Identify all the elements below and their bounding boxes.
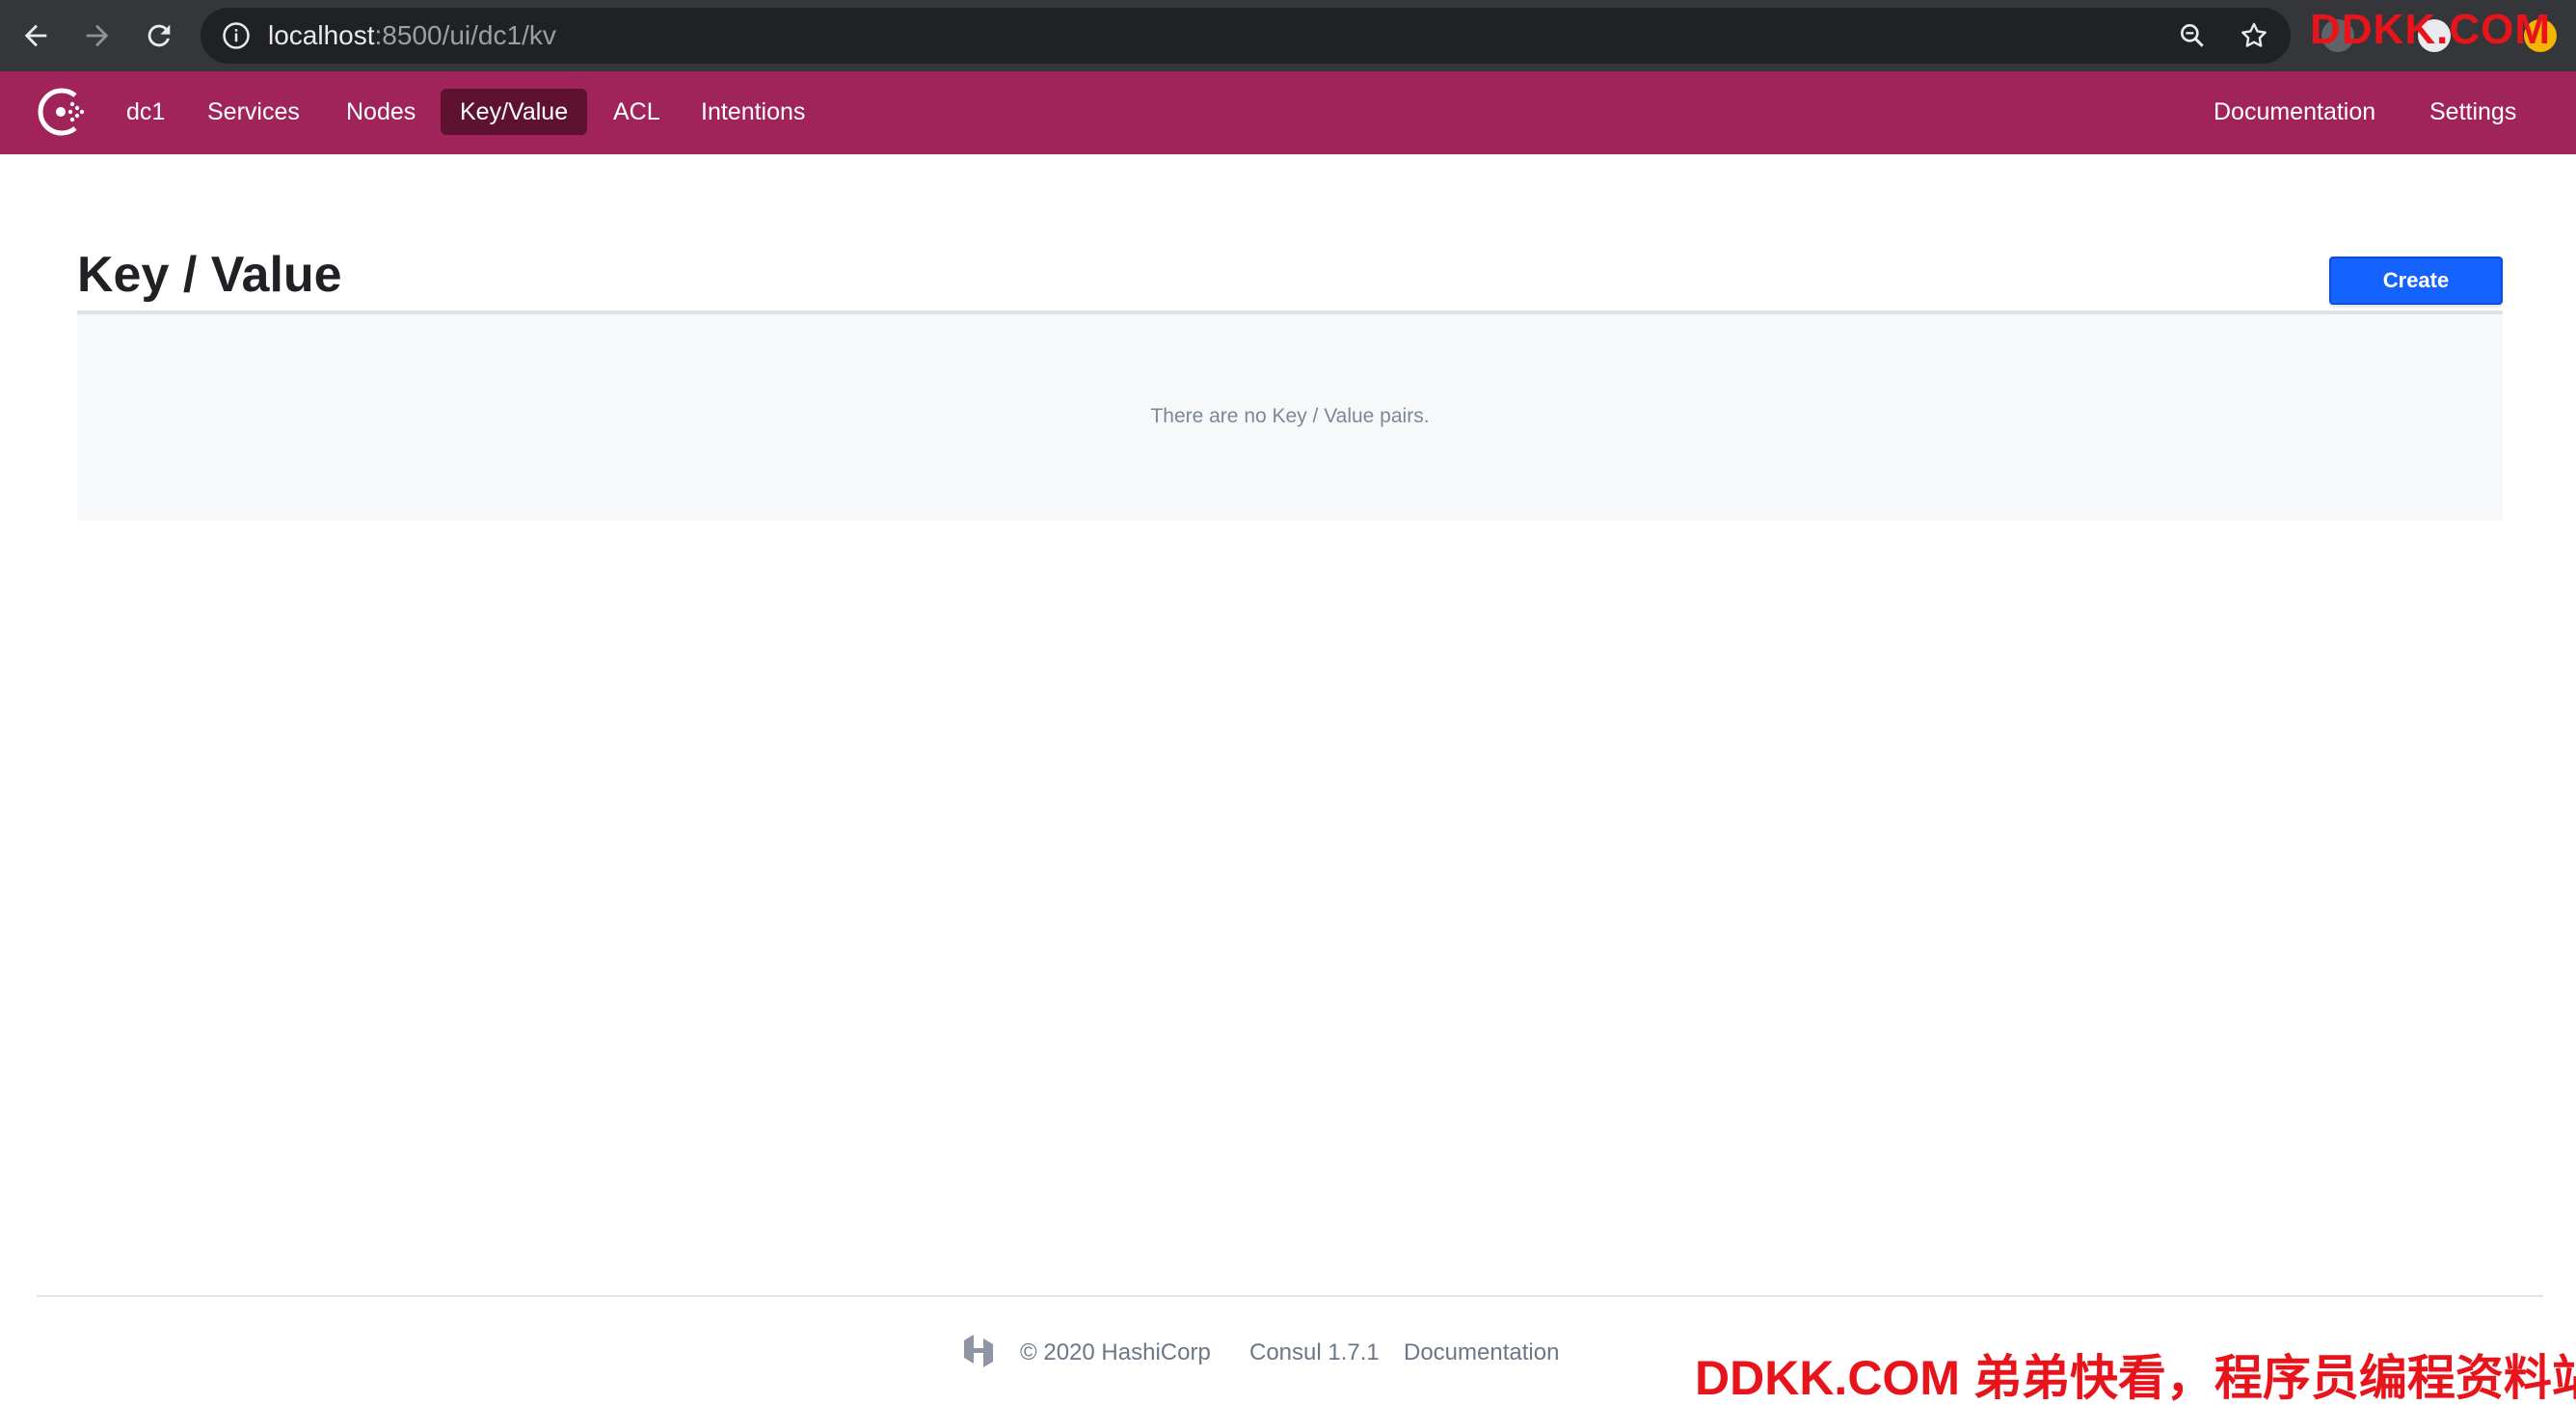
zoom-icon[interactable] xyxy=(2177,20,2208,51)
footer-documentation-link[interactable]: Documentation xyxy=(1404,1337,1559,1369)
forward-button[interactable] xyxy=(75,14,120,58)
forward-arrow-icon xyxy=(86,24,109,47)
bookmark-star-icon[interactable] xyxy=(2239,20,2269,51)
footer-version: Consul 1.7.1 xyxy=(1249,1339,1380,1365)
nav-services[interactable]: Services xyxy=(188,89,319,135)
address-bar[interactable]: localhost:8500/ui/dc1/kv xyxy=(201,8,2291,64)
back-button[interactable] xyxy=(13,14,58,58)
reload-button[interactable] xyxy=(137,14,181,58)
url-host: localhost xyxy=(268,20,375,50)
browser-toolbar: localhost:8500/ui/dc1/kv DDKK.COM xyxy=(0,0,2576,71)
nav-settings[interactable]: Settings xyxy=(2410,89,2536,135)
consul-logo-icon[interactable] xyxy=(35,85,89,139)
hashicorp-logo-icon[interactable] xyxy=(958,1331,999,1371)
reload-icon xyxy=(148,24,171,47)
nav-nodes[interactable]: Nodes xyxy=(327,89,435,135)
watermark-bottom: DDKK.COM 弟弟快看，程序员编程资料站 xyxy=(1695,1351,2576,1405)
url-text[interactable]: localhost:8500/ui/dc1/kv xyxy=(268,8,556,64)
create-button[interactable]: Create xyxy=(2329,257,2503,305)
site-info-icon[interactable] xyxy=(222,21,251,50)
footer-copyright: © 2020 HashiCorp xyxy=(1020,1339,1211,1365)
app-header: dc1 Services Nodes Key/Value ACL Intenti… xyxy=(0,71,2576,154)
nav-documentation[interactable]: Documentation xyxy=(2194,89,2395,135)
watermark-top: DDKK.COM xyxy=(2310,6,2551,53)
back-arrow-icon xyxy=(24,24,47,47)
url-path: :8500/ui/dc1/kv xyxy=(374,20,556,50)
nav-intentions[interactable]: Intentions xyxy=(682,89,824,135)
empty-state-message: There are no Key / Value pairs. xyxy=(1150,405,1430,427)
empty-state-panel: There are no Key / Value pairs. xyxy=(77,314,2503,521)
nav-key-value[interactable]: Key/Value xyxy=(441,89,588,135)
nav-acl[interactable]: ACL xyxy=(594,89,680,135)
page-title: Key / Value xyxy=(77,247,342,303)
nav-datacenter[interactable]: dc1 xyxy=(107,89,184,135)
footer-divider xyxy=(37,1295,2543,1297)
